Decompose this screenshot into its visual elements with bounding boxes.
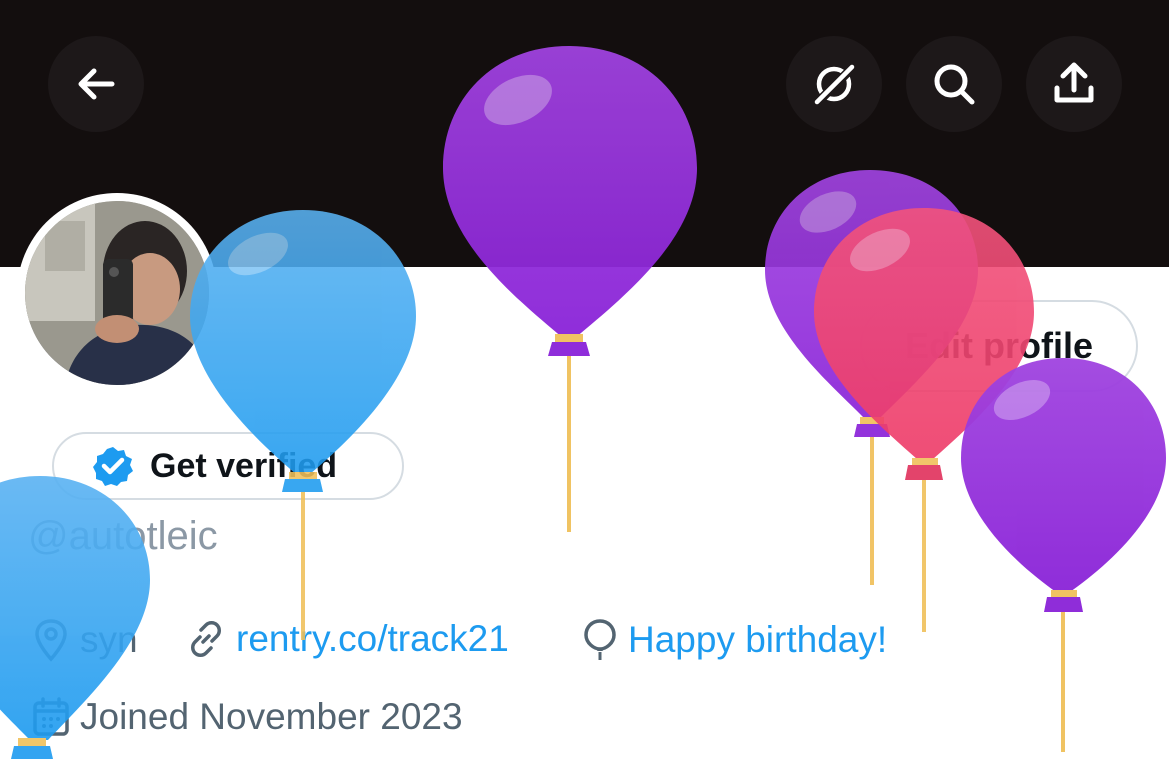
balloon-purple-3 — [961, 358, 1166, 752]
profile-handle: @autotleic — [28, 514, 218, 558]
calendar-icon — [33, 697, 69, 736]
website-link[interactable]: rentry.co/track21 — [236, 618, 509, 660]
location-pin-icon — [35, 619, 67, 662]
profile-joined: Joined November 2023 — [32, 696, 463, 738]
grok-icon — [812, 62, 858, 108]
share-icon — [1054, 62, 1094, 103]
back-button[interactable] — [48, 36, 144, 132]
balloon-icon — [584, 619, 616, 660]
avatar[interactable] — [17, 193, 217, 393]
search-button[interactable] — [906, 36, 1002, 132]
search-icon — [934, 64, 975, 105]
edit-profile-button[interactable]: Edit profile — [860, 300, 1138, 392]
get-verified-button[interactable]: Get verified — [52, 432, 404, 500]
get-verified-label: Get verified — [150, 446, 338, 485]
grok-button[interactable] — [786, 36, 882, 132]
verified-badge-icon — [93, 447, 133, 486]
balloon-blue-1 — [190, 210, 416, 640]
balloon-pink — [814, 208, 1034, 632]
location-text: syn — [80, 619, 138, 660]
birthday-text: Happy birthday! — [628, 619, 888, 660]
back-arrow-icon — [78, 68, 115, 100]
profile-location: syn — [32, 618, 138, 662]
profile-birthday: Happy birthday! — [582, 618, 887, 662]
avatar-photo — [25, 201, 209, 385]
profile-website[interactable]: rentry.co/track21 — [186, 618, 509, 660]
joined-text: Joined November 2023 — [80, 696, 463, 737]
share-button[interactable] — [1026, 36, 1122, 132]
link-icon — [191, 621, 221, 657]
